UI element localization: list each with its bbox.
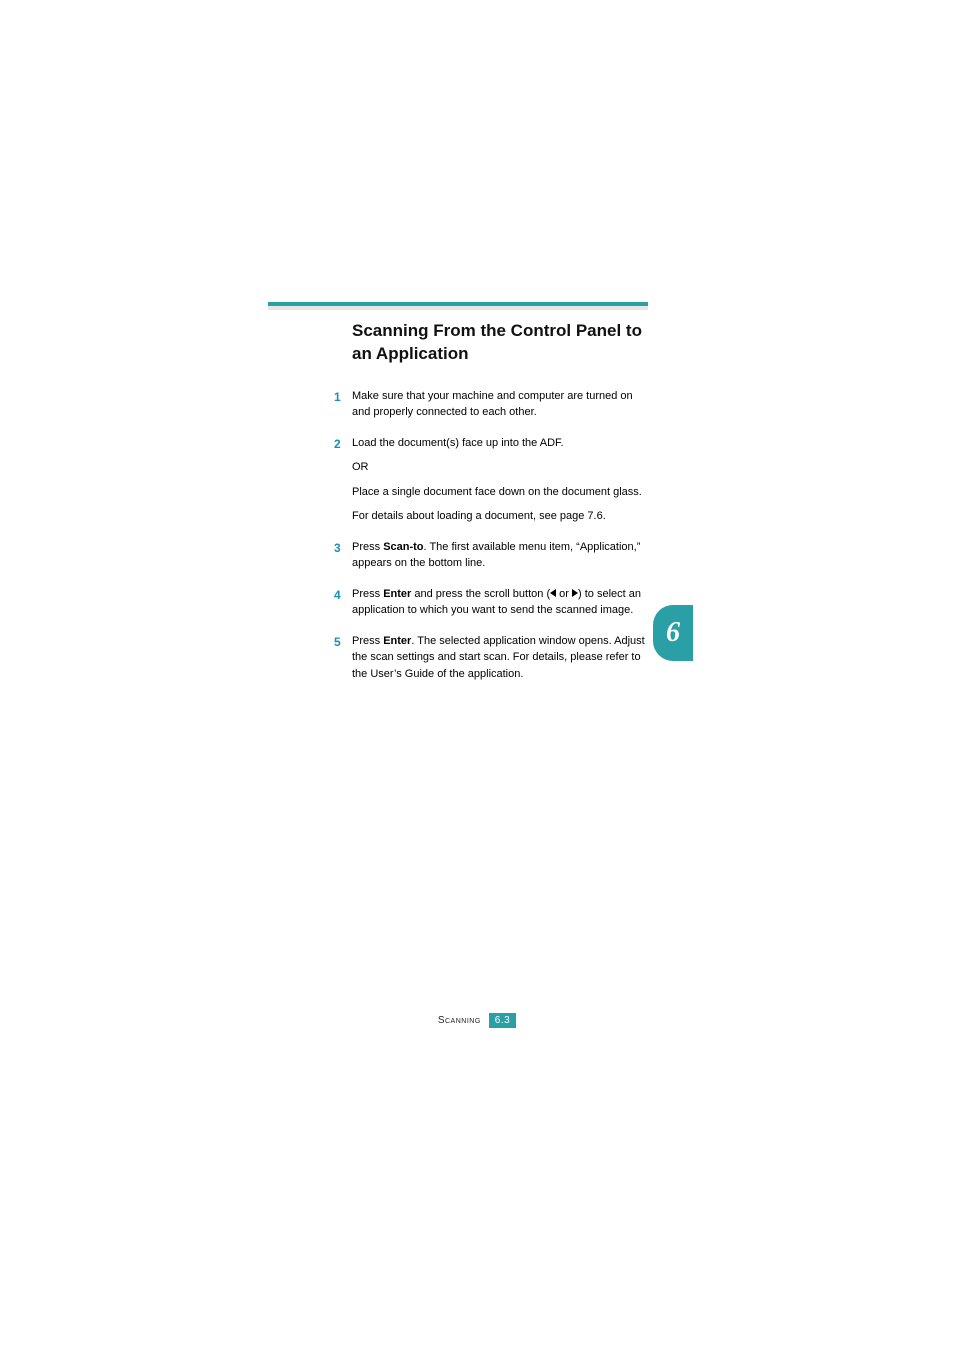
chapter-number: 6 — [666, 617, 680, 649]
step-text: Press Scan-to. The first available menu … — [352, 539, 652, 572]
bold-run: Scan-to — [383, 541, 423, 553]
step-number: 1 — [334, 388, 341, 406]
bold-run: Enter — [383, 635, 411, 647]
text-run: Press — [352, 541, 383, 553]
step-item: 4Press Enter and press the scroll button… — [352, 586, 652, 619]
manual-page: Scanning From the Control Panel to an Ap… — [0, 0, 954, 1350]
chapter-tab: 6 — [653, 605, 693, 661]
step-item: 3Press Scan-to. The first available menu… — [352, 539, 652, 572]
content-column: Scanning From the Control Panel to an Ap… — [352, 320, 652, 696]
text-run: Load the document(s) face up into the AD… — [352, 437, 564, 449]
text-run: Make sure that your machine and computer… — [352, 390, 633, 419]
step-text: Place a single document face down on the… — [352, 484, 652, 501]
footer-page-number: 6.3 — [489, 1013, 516, 1028]
step-text: Press Enter and press the scroll button … — [352, 586, 652, 619]
text-run: Press — [352, 635, 383, 647]
step-number: 3 — [334, 539, 341, 557]
step-text: OR — [352, 459, 652, 476]
step-text: Make sure that your machine and computer… — [352, 388, 652, 421]
page-footer: Scanning 6.3 — [0, 1010, 954, 1028]
section-heading: Scanning From the Control Panel to an Ap… — [352, 320, 652, 366]
step-number: 2 — [334, 435, 341, 453]
text-run: Place a single document face down on the… — [352, 486, 642, 498]
step-number: 4 — [334, 586, 341, 604]
step-item: 1Make sure that your machine and compute… — [352, 388, 652, 421]
text-run: For details about loading a document, se… — [352, 510, 606, 522]
text-run: Press — [352, 588, 383, 600]
steps-list: 1Make sure that your machine and compute… — [352, 388, 652, 683]
footer-section-label: Scanning — [438, 1015, 481, 1026]
step-item: 5Press Enter. The selected application w… — [352, 633, 652, 683]
arrow-left-icon — [550, 589, 556, 597]
bold-run: Enter — [383, 588, 411, 600]
step-item: 2Load the document(s) face up into the A… — [352, 435, 652, 525]
text-run: and press the scroll button ( — [411, 588, 550, 600]
arrow-right-icon — [572, 589, 578, 597]
text-run: OR — [352, 461, 369, 473]
step-text: For details about loading a document, se… — [352, 508, 652, 525]
text-run: or — [556, 588, 572, 600]
step-text: Press Enter. The selected application wi… — [352, 633, 652, 683]
section-rule-light — [268, 306, 648, 310]
step-number: 5 — [334, 633, 341, 651]
step-text: Load the document(s) face up into the AD… — [352, 435, 652, 452]
